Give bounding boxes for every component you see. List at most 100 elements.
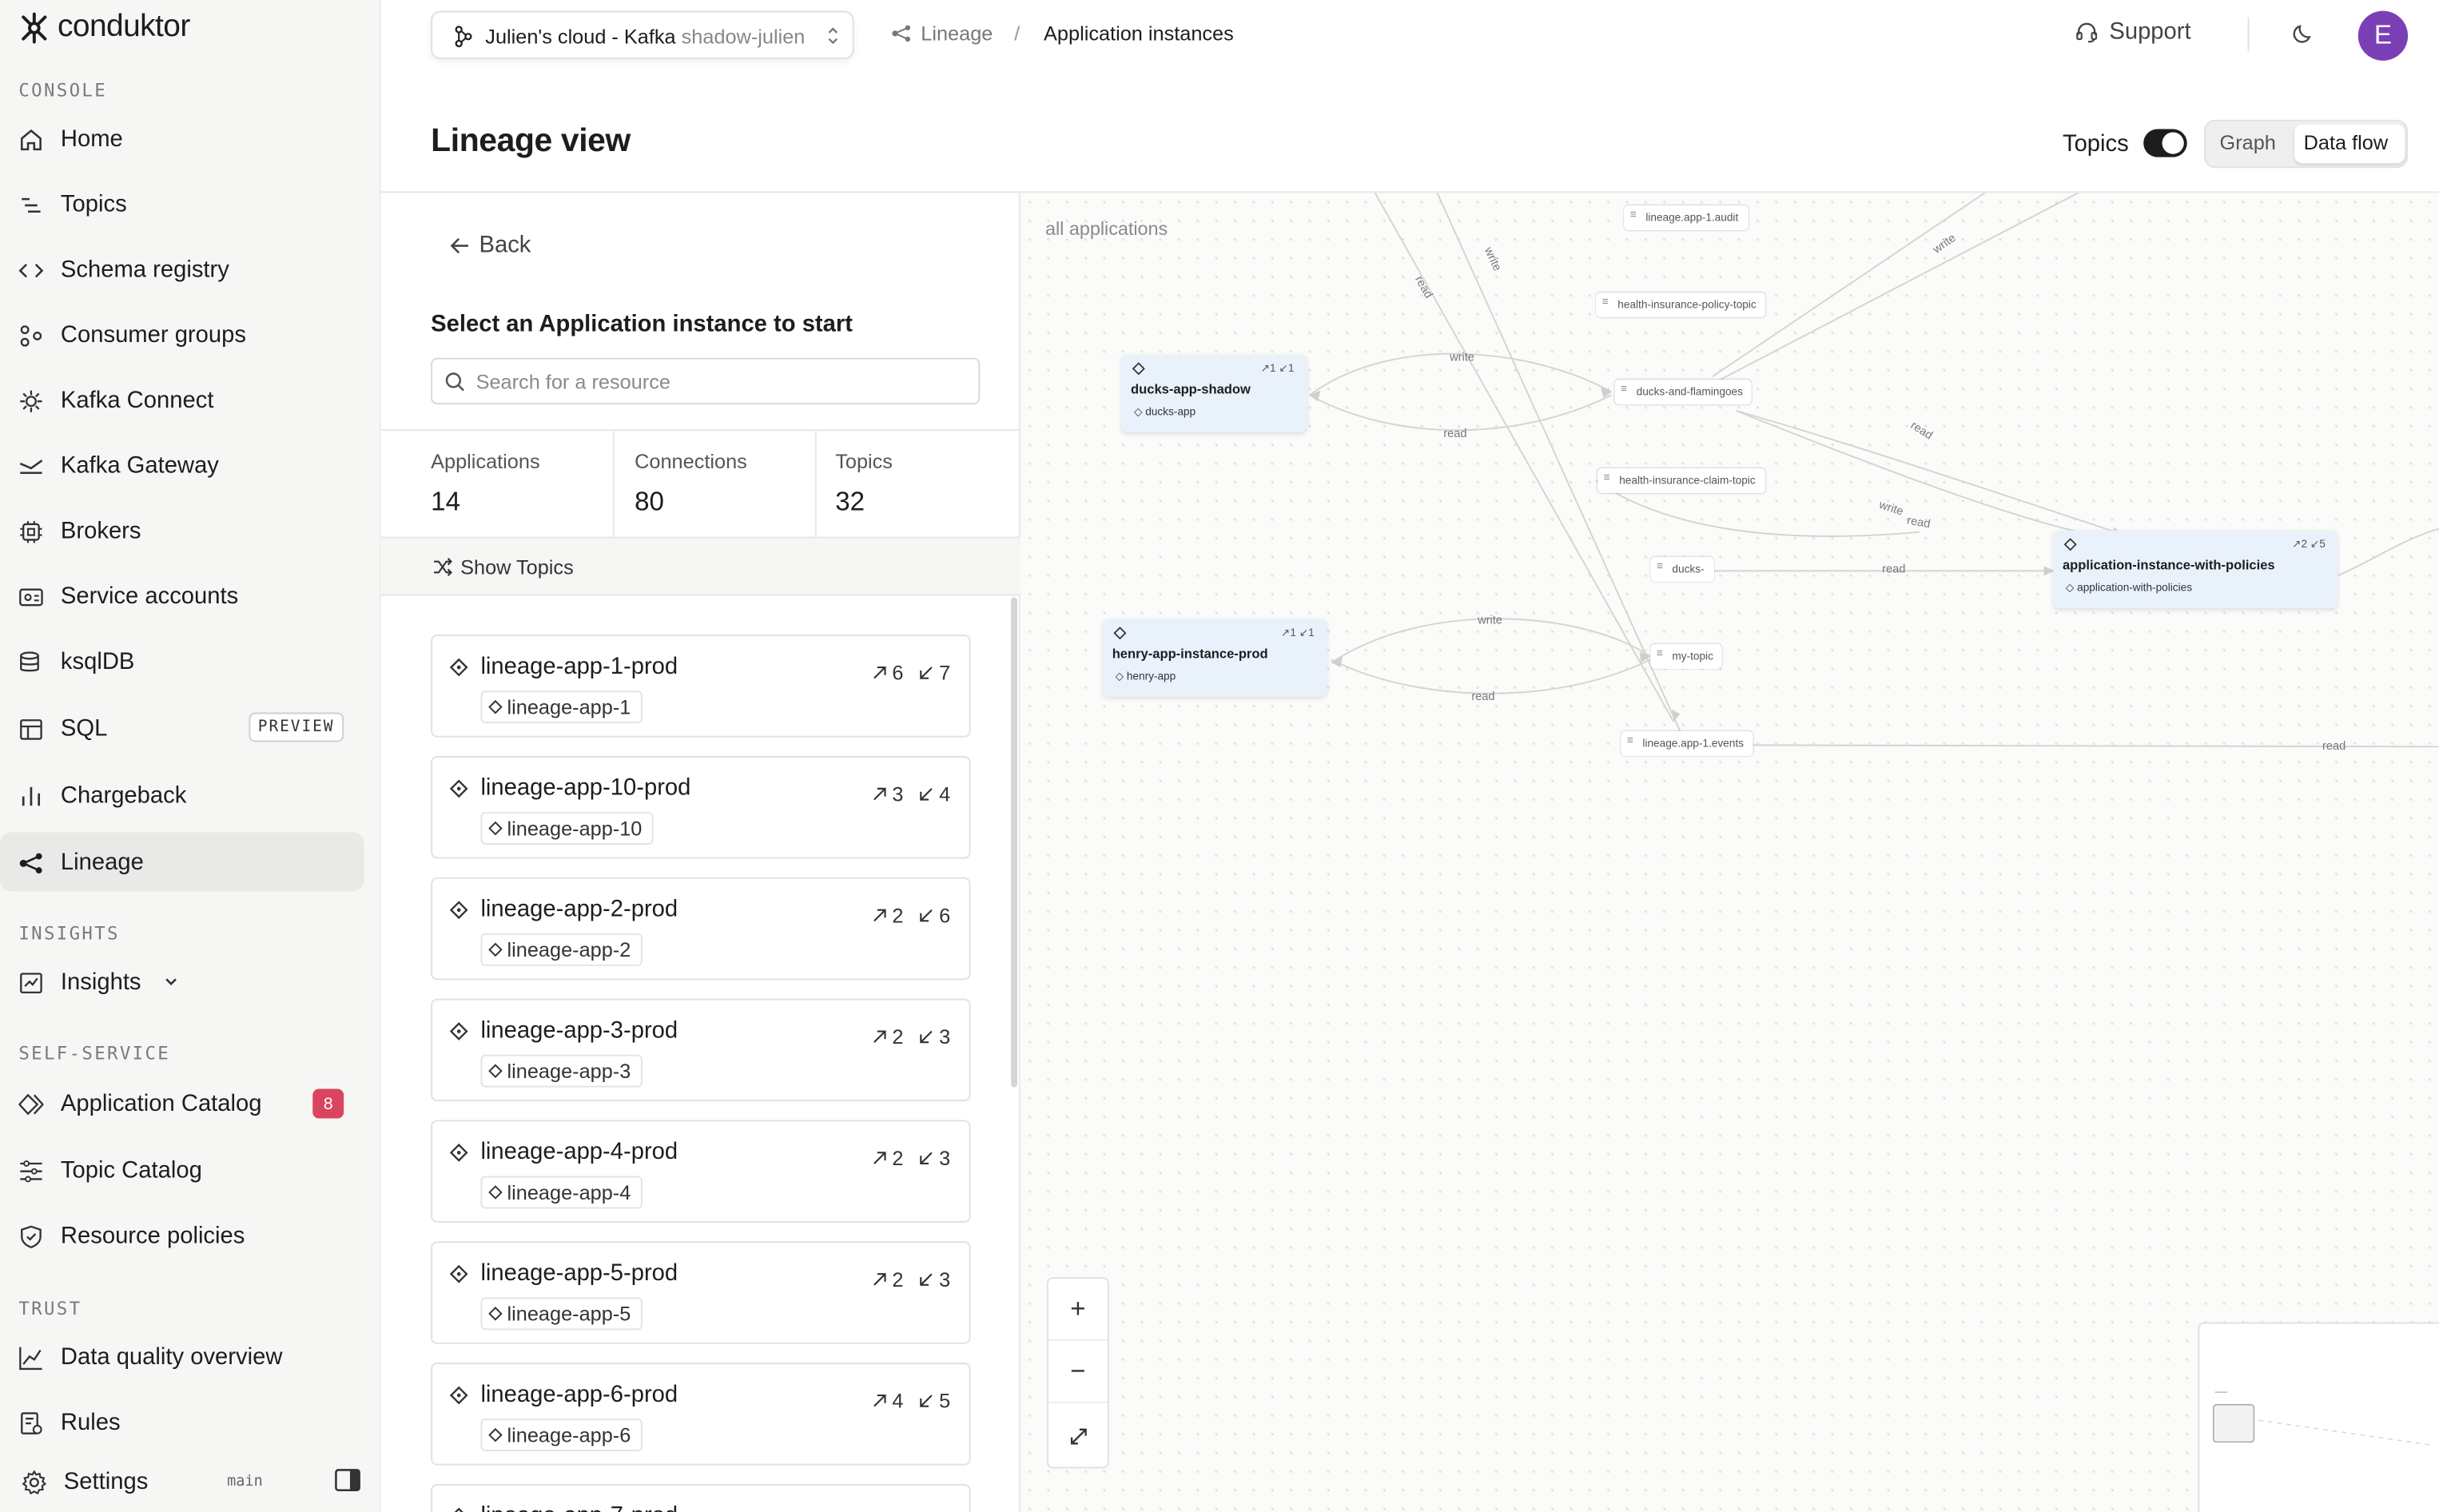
- app-node[interactable]: ↗2 ↙5 application-instance-with-policies…: [2053, 530, 2338, 609]
- diamond-icon: [1132, 362, 1145, 376]
- arrow-up-right-icon: [873, 1273, 885, 1286]
- sidebar-item-home[interactable]: Home: [0, 109, 364, 168]
- diamond-icon: [449, 1021, 468, 1048]
- moon-icon[interactable]: [2293, 23, 2313, 53]
- sidebar-item-lineage[interactable]: Lineage: [0, 832, 364, 892]
- outgoing-count: 2: [892, 903, 904, 928]
- brand-logo[interactable]: conduktor: [18, 9, 190, 46]
- instance-name: lineage-app-7-prod: [480, 1502, 678, 1512]
- app-node[interactable]: ↗1 ↙1 ducks-app-shadow ◇ ducks-app: [1121, 354, 1307, 433]
- sidebar-item-service-accounts[interactable]: Service accounts: [0, 567, 364, 626]
- instance-card[interactable]: lineage-app-1-prod lineage-app-1 6 7: [431, 635, 971, 738]
- sidebar-item-label: Home: [60, 125, 123, 152]
- sidebar-item-schema-registry[interactable]: Schema registry: [0, 240, 364, 299]
- sidebar-item-application-catalog[interactable]: Application Catalog 8: [0, 1073, 364, 1132]
- diamond-icon: [488, 1307, 503, 1321]
- sidebar-item-kafka-gateway[interactable]: Kafka Gateway: [0, 436, 364, 495]
- view-option-data-flow[interactable]: Data flow: [2304, 131, 2389, 154]
- bar-chart-icon: [17, 782, 43, 809]
- minimap-viewport: [2212, 1391, 2433, 1446]
- instance-card[interactable]: lineage-app-5-prod lineage-app-5 2 3: [431, 1241, 971, 1344]
- sidebar-item-label: Brokers: [60, 517, 141, 544]
- lineage-canvas[interactable]: all applications write read write read w…: [1020, 193, 2439, 1512]
- support-button[interactable]: Support: [2075, 18, 2191, 45]
- fit-view-button[interactable]: [1048, 1405, 1108, 1467]
- outgoing-count: 3: [892, 782, 904, 806]
- connection-counts: 26: [872, 904, 950, 927]
- breadcrumb-separator: /: [1014, 22, 1021, 46]
- edge-label-read: read: [2322, 738, 2346, 754]
- show-topics-button[interactable]: Show Topics: [380, 538, 1021, 596]
- stat-value: 80: [635, 487, 664, 517]
- avatar[interactable]: E: [2357, 10, 2409, 61]
- sidebar-item-ksqldb[interactable]: ksqlDB: [0, 631, 364, 690]
- arrow-left-icon: [450, 237, 468, 253]
- zoom-out-button[interactable]: −: [1048, 1341, 1108, 1403]
- instance-card[interactable]: lineage-app-2-prod lineage-app-2 2 6: [431, 877, 971, 981]
- line-chart-icon: [17, 1344, 43, 1371]
- topic-node[interactable]: my-topic: [1650, 643, 1723, 669]
- zoom-in-button[interactable]: +: [1048, 1279, 1108, 1341]
- sidebar-item-brokers[interactable]: Brokers: [0, 501, 364, 560]
- arrow-down-left-icon: [919, 1030, 933, 1044]
- connection-counts: 67: [872, 661, 950, 684]
- gear-icon: [20, 1468, 46, 1494]
- outgoing-count: 2: [892, 1025, 904, 1048]
- sidebar-item-sql[interactable]: SQL PREVIEW: [0, 698, 364, 758]
- view-switcher: Graph Data flow: [2204, 119, 2409, 169]
- sidebar-item-chargeback[interactable]: Chargeback: [0, 766, 364, 825]
- topic-node[interactable]: lineage.app-1.events: [1621, 730, 1753, 756]
- sidebar-item-resource-policies[interactable]: Resource policies: [0, 1206, 364, 1265]
- instance-card[interactable]: lineage-app-4-prod lineage-app-4 2 3: [431, 1120, 971, 1223]
- diamond-icon: [449, 778, 468, 806]
- sidebar-item-label: Topic Catalog: [60, 1156, 202, 1184]
- application-tag: lineage-app-2: [480, 933, 642, 966]
- cluster-name: Julien's cloud - Kafka: [485, 25, 676, 49]
- connection-counts: 23: [872, 1147, 950, 1170]
- cluster-selector[interactable]: Julien's cloud - Kafka shadow-julien: [431, 10, 854, 59]
- topic-node[interactable]: health-insurance-claim-topic: [1597, 468, 1765, 494]
- sidebar-item-data-quality-overview[interactable]: Data quality overview: [0, 1327, 364, 1386]
- sidebar-item-consumer-groups[interactable]: Consumer groups: [0, 305, 364, 364]
- application-tag: lineage-app-5: [480, 1297, 642, 1331]
- instance-card[interactable]: lineage-app-3-prod lineage-app-3 2 3: [431, 998, 971, 1102]
- chevron-updown-icon: [826, 25, 841, 51]
- diamond-icon: [488, 821, 503, 836]
- minimap[interactable]: [2198, 1322, 2439, 1512]
- sidebar-item-topics[interactable]: Topics: [0, 174, 364, 233]
- sidebar-item-topic-catalog[interactable]: Topic Catalog: [0, 1140, 364, 1200]
- instance-card[interactable]: lineage-app-7-prod: [431, 1483, 971, 1512]
- sidebar-item-insights[interactable]: Insights: [0, 952, 364, 1011]
- view-option-graph[interactable]: Graph: [2220, 131, 2276, 154]
- sidebar-toggle-icon[interactable]: [334, 1468, 360, 1499]
- stat-value: 32: [835, 487, 865, 517]
- topic-node[interactable]: ducks-: [1650, 556, 1714, 582]
- search-input[interactable]: Search for a resource: [431, 357, 981, 405]
- search-placeholder: Search for a resource: [475, 370, 670, 394]
- sidebar-item-kafka-connect[interactable]: Kafka Connect: [0, 370, 364, 429]
- app-node[interactable]: ↗1 ↙1 henry-app-instance-prod ◇ henry-ap…: [1103, 619, 1327, 698]
- section-trust: TRUST: [18, 1297, 82, 1319]
- topic-node[interactable]: health-insurance-policy-topic: [1596, 292, 1766, 318]
- connection-counts: 34: [872, 782, 950, 806]
- sidebar-item-label: Insights: [60, 968, 141, 995]
- application-tag-label: lineage-app-10: [507, 816, 643, 841]
- page-title: Lineage view: [431, 122, 631, 159]
- application-tag: lineage-app-3: [480, 1054, 642, 1088]
- connection-counts: ↗1 ↙1: [1280, 628, 1315, 640]
- sidebar-item-rules[interactable]: Rules: [0, 1392, 364, 1451]
- breadcrumb-lineage[interactable]: Lineage: [921, 22, 993, 45]
- instance-card[interactable]: lineage-app-6-prod lineage-app-6 4 5: [431, 1363, 971, 1466]
- topic-catalog-icon: [17, 1157, 43, 1184]
- brand-name: conduktor: [58, 9, 190, 44]
- sidebar-item-settings[interactable]: Settings main: [0, 1451, 265, 1510]
- instance-card[interactable]: lineage-app-10-prod lineage-app-10 3 4: [431, 755, 971, 859]
- scrollbar[interactable]: [1011, 597, 1017, 1088]
- topic-node[interactable]: ducks-and-flamingoes: [1614, 379, 1753, 405]
- topic-node[interactable]: lineage.app-1.audit: [1624, 205, 1748, 231]
- sidebar-item-label: Consumer groups: [60, 320, 246, 348]
- arrow-up-right-icon: [873, 666, 885, 679]
- search-icon: [445, 372, 464, 392]
- topics-toggle[interactable]: [2143, 129, 2187, 157]
- back-button[interactable]: Back: [450, 232, 531, 258]
